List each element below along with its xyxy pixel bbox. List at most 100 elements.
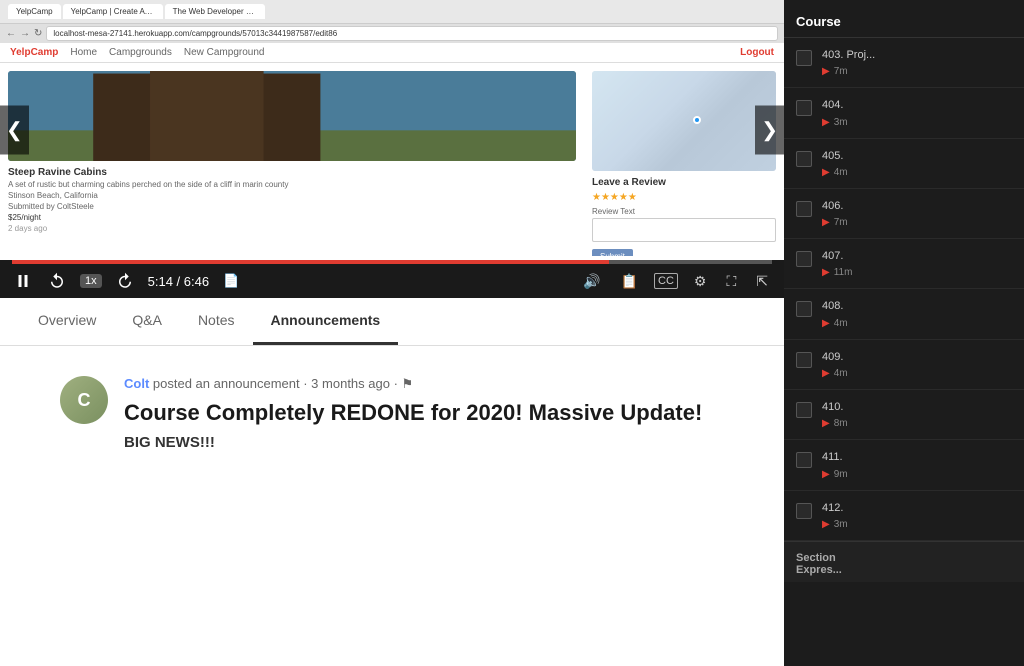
submit-review-btn[interactable]: Submit <box>592 249 633 256</box>
review-stars[interactable]: ★★★★★ <box>592 192 776 203</box>
sidebar-item-408[interactable]: 408. ▶ 4m <box>784 289 1024 339</box>
sidebar-item-411[interactable]: 411. ▶ 9m <box>784 440 1024 490</box>
sidebar-checkbox-403[interactable] <box>796 50 812 66</box>
sidebar-checkbox-405[interactable] <box>796 151 812 167</box>
sidebar-item-412[interactable]: 412. ▶ 3m <box>784 491 1024 541</box>
sidebar-item-409[interactable]: 409. ▶ 4m <box>784 340 1024 390</box>
transcript-btn[interactable]: 📄 <box>221 271 241 291</box>
sidebar-checkbox-411[interactable] <box>796 452 812 468</box>
back-btn[interactable]: ← <box>6 28 16 39</box>
play-icon-407: ▶ <box>822 267 830 278</box>
sidebar-item-meta-403: ▶ 7m <box>822 66 1012 77</box>
browser-tabs-container: YelpCamp YelpCamp | Create A Campgr... T… <box>8 4 265 19</box>
post-title: Course Completely REDONE for 2020! Massi… <box>124 400 724 426</box>
sidebar-item-title-404: 404. <box>822 98 1012 112</box>
duration-406: 7m <box>834 217 848 228</box>
duration-409: 4m <box>834 368 848 379</box>
notes-icon[interactable]: 📋 <box>617 271 642 292</box>
sidebar-item-410[interactable]: 410. ▶ 8m <box>784 390 1024 440</box>
author-link[interactable]: Colt <box>124 376 149 391</box>
map-container <box>592 71 776 171</box>
controls-row: 1x 5:14 / 6:46 📄 🔊 📋 CC ⚙ ⛶ <box>12 264 772 298</box>
sidebar-item-title-407: 407. <box>822 249 1012 263</box>
sidebar-checkbox-407[interactable] <box>796 251 812 267</box>
sidebar-item-404[interactable]: 404. ▶ 3m <box>784 88 1024 138</box>
sidebar-checkbox-410[interactable] <box>796 402 812 418</box>
browser-nav-bar: ← → ↻ <box>0 24 784 43</box>
sidebar-checkbox-409[interactable] <box>796 352 812 368</box>
speed-badge[interactable]: 1x <box>80 274 102 288</box>
post-meta-text: posted an announcement · 3 months ago · <box>153 376 398 391</box>
sidebar-item-content-404: 404. ▶ 3m <box>822 98 1012 127</box>
browser-tab-1[interactable]: YelpCamp <box>8 4 61 19</box>
sidebar-checkbox-404[interactable] <box>796 100 812 116</box>
review-input[interactable] <box>592 218 776 242</box>
next-arrow[interactable]: ❯ <box>755 106 784 155</box>
fast-forward-btn[interactable] <box>114 270 136 292</box>
sidebar-item-meta-406: ▶ 7m <box>822 217 1012 228</box>
duration-407: 11m <box>834 267 853 278</box>
sidebar-checkbox-406[interactable] <box>796 201 812 217</box>
post-meta: Colt posted an announcement · 3 months a… <box>124 376 724 392</box>
sidebar-item-meta-411: ▶ 9m <box>822 469 1012 480</box>
sidebar-item-meta-410: ▶ 8m <box>822 418 1012 429</box>
logout-btn[interactable]: Logout <box>740 47 774 58</box>
play-icon-412: ▶ <box>822 519 830 530</box>
video-controls: 1x 5:14 / 6:46 📄 🔊 📋 CC ⚙ ⛶ <box>0 260 784 298</box>
browser-mockup: YelpCamp YelpCamp | Create A Campgr... T… <box>0 0 784 260</box>
yelp-brand: YelpCamp <box>10 47 58 58</box>
nav-home[interactable]: Home <box>70 47 97 58</box>
tab-notes[interactable]: Notes <box>180 298 253 345</box>
sidebar-checkbox-412[interactable] <box>796 503 812 519</box>
sidebar-item-title-405: 405. <box>822 149 1012 163</box>
refresh-btn[interactable]: ↻ <box>34 28 42 39</box>
review-title: Leave a Review <box>592 177 776 188</box>
volume-icon[interactable]: 🔊 <box>579 271 604 292</box>
duration-412: 3m <box>834 519 848 530</box>
browser-tab-2[interactable]: YelpCamp | Create A Campgr... <box>63 4 163 19</box>
review-label: Review Text <box>592 207 776 216</box>
camp-submitted: Submitted by ColtSteele <box>8 202 576 211</box>
url-bar[interactable] <box>46 26 778 41</box>
prev-arrow[interactable]: ❮ <box>0 106 29 155</box>
sidebar-item-meta-404: ▶ 3m <box>822 117 1012 128</box>
duration-410: 8m <box>834 418 848 429</box>
play-icon-406: ▶ <box>822 217 830 228</box>
camp-image-overlay <box>8 71 576 161</box>
sidebar-item-meta-405: ▶ 4m <box>822 167 1012 178</box>
play-pause-btn[interactable] <box>12 270 34 292</box>
sidebar-item-403[interactable]: 403. Proj... ▶ 7m <box>784 38 1024 88</box>
announcement-post: C Colt posted an announcement · 3 months… <box>60 376 724 451</box>
cc-icon[interactable]: CC <box>654 273 678 289</box>
map-background <box>592 71 776 171</box>
content-area: C Colt posted an announcement · 3 months… <box>0 346 784 666</box>
browser-content: YelpCamp Home Campgrounds New Campground… <box>0 43 784 260</box>
play-icon-409: ▶ <box>822 368 830 379</box>
play-icon-405: ▶ <box>822 167 830 178</box>
sidebar: Course 403. Proj... ▶ 7m 404. ▶ 3m <box>784 0 1024 666</box>
tab-overview[interactable]: Overview <box>20 298 114 345</box>
sidebar-item-content-411: 411. ▶ 9m <box>822 450 1012 479</box>
sidebar-item-407[interactable]: 407. ▶ 11m <box>784 239 1024 289</box>
sidebar-item-405[interactable]: 405. ▶ 4m <box>784 139 1024 189</box>
video-wrapper: ❮ YelpCamp YelpCamp | Create A Campgr...… <box>0 0 784 260</box>
fast-forward-icon <box>116 272 134 290</box>
duration-408: 4m <box>834 318 848 329</box>
tab-qa[interactable]: Q&A <box>114 298 180 345</box>
sidebar-checkbox-408[interactable] <box>796 301 812 317</box>
tab-announcements[interactable]: Announcements <box>253 298 399 345</box>
nav-new[interactable]: New Campground <box>184 47 265 58</box>
fullscreen-icon[interactable]: ⛶ <box>722 271 740 292</box>
sidebar-section-sub: Expres... <box>796 564 842 576</box>
camp-time: 2 days ago <box>8 224 576 233</box>
camp-price: $25/night <box>8 213 576 222</box>
share-icon[interactable]: ⇱ <box>752 271 772 292</box>
settings-icon[interactable]: ⚙ <box>690 271 711 292</box>
sidebar-item-406[interactable]: 406. ▶ 7m <box>784 189 1024 239</box>
nav-campgrounds[interactable]: Campgrounds <box>109 47 172 58</box>
forward-btn[interactable]: → <box>20 28 30 39</box>
rewind-btn[interactable] <box>46 270 68 292</box>
browser-tabs-bar: YelpCamp YelpCamp | Create A Campgr... T… <box>0 0 784 24</box>
flag-icon[interactable]: ⚑ <box>402 376 414 391</box>
browser-tab-3[interactable]: The Web Developer Bootcamp... <box>165 4 265 19</box>
